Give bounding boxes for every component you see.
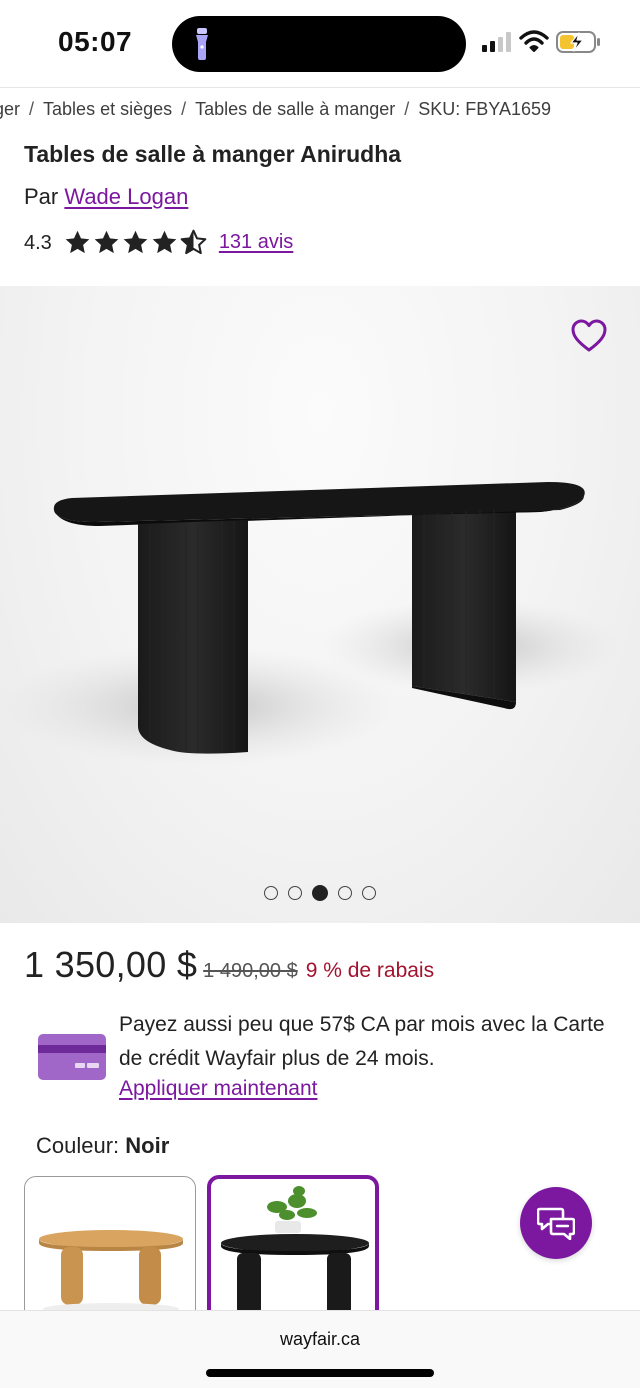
product-photo-black-table [0, 482, 620, 766]
browser-url-bar[interactable]: wayfair.ca [0, 1310, 640, 1388]
credit-card-icon [38, 1034, 106, 1080]
breadcrumb: ger / Tables et sièges / Tables de salle à m… [0, 99, 640, 125]
gallery-dot[interactable] [264, 886, 278, 900]
star-full-icon [65, 230, 90, 253]
color-label-text: Couleur: [36, 1133, 120, 1158]
brand-prefix: Par [24, 184, 59, 209]
breadcrumb-separator: / [181, 99, 187, 119]
color-option-oak[interactable] [24, 1176, 196, 1326]
star-full-icon [152, 230, 177, 253]
reviews-link[interactable]: 131 avis [219, 231, 294, 254]
product-title: Tables de salle à manger Anirudha [24, 141, 402, 167]
dynamic-island [172, 16, 466, 72]
star-half-icon [180, 229, 207, 254]
star-full-icon [123, 230, 148, 253]
star-full-icon [94, 230, 119, 253]
heart-outline-icon[interactable] [570, 318, 608, 354]
price-original: 1 490,00 $ [203, 960, 298, 982]
breadcrumb-item-tables-seating[interactable]: Tables et sièges [43, 99, 172, 120]
gallery-dot[interactable] [338, 886, 352, 900]
gallery-dot[interactable] [362, 886, 376, 900]
price-discount: 9 % de rabais [305, 959, 435, 982]
home-indicator[interactable] [206, 1369, 434, 1377]
black-table-swatch [221, 1186, 369, 1315]
price-current: 1 350,00 $ [24, 944, 198, 985]
cellular-signal-icon [482, 32, 511, 52]
rating-row: 4.3 131 avis [24, 226, 293, 258]
breadcrumb-separator: / [29, 99, 35, 119]
color-label: Couleur: Noir [36, 1133, 169, 1159]
gallery-pagination [264, 885, 376, 901]
chat-button[interactable] [520, 1187, 592, 1259]
wifi-icon [519, 30, 549, 52]
breadcrumb-separator: / [404, 99, 410, 119]
url-text[interactable]: wayfair.ca [0, 1329, 640, 1350]
battery-charging-icon [556, 31, 600, 53]
breadcrumb-item-dining-tables[interactable]: Tables de salle à manger [195, 99, 395, 120]
brand-link[interactable]: Wade Logan [64, 184, 188, 209]
brand-line: Par Wade Logan [24, 184, 188, 210]
chat-bubbles-icon [537, 1207, 575, 1240]
oak-table-swatch [39, 1230, 183, 1315]
product-image-gallery[interactable] [0, 286, 640, 923]
breadcrumb-item-dining[interactable]: ger [0, 99, 20, 120]
rating-value: 4.3 [24, 231, 52, 254]
gallery-dot-active[interactable] [312, 885, 328, 901]
color-selected-value: Noir [125, 1133, 170, 1158]
apply-now-link[interactable]: Appliquer maintenant [119, 1077, 317, 1101]
flashlight-icon [196, 28, 208, 60]
breadcrumb-sku: SKU: FBYA1659 [418, 99, 551, 119]
rating-stars [64, 229, 207, 256]
financing-text: Payez aussi peu que 57$ CA par mois avec… [119, 1013, 605, 1070]
status-divider [0, 87, 640, 88]
price-row: 1 350,00 $ 1 490,00 $ 9 % de rabais [24, 944, 434, 986]
gallery-dot[interactable] [288, 886, 302, 900]
status-time: 05:07 [58, 26, 133, 57]
color-option-black-selected[interactable] [207, 1175, 379, 1325]
status-bar: 05:07 [0, 0, 640, 88]
